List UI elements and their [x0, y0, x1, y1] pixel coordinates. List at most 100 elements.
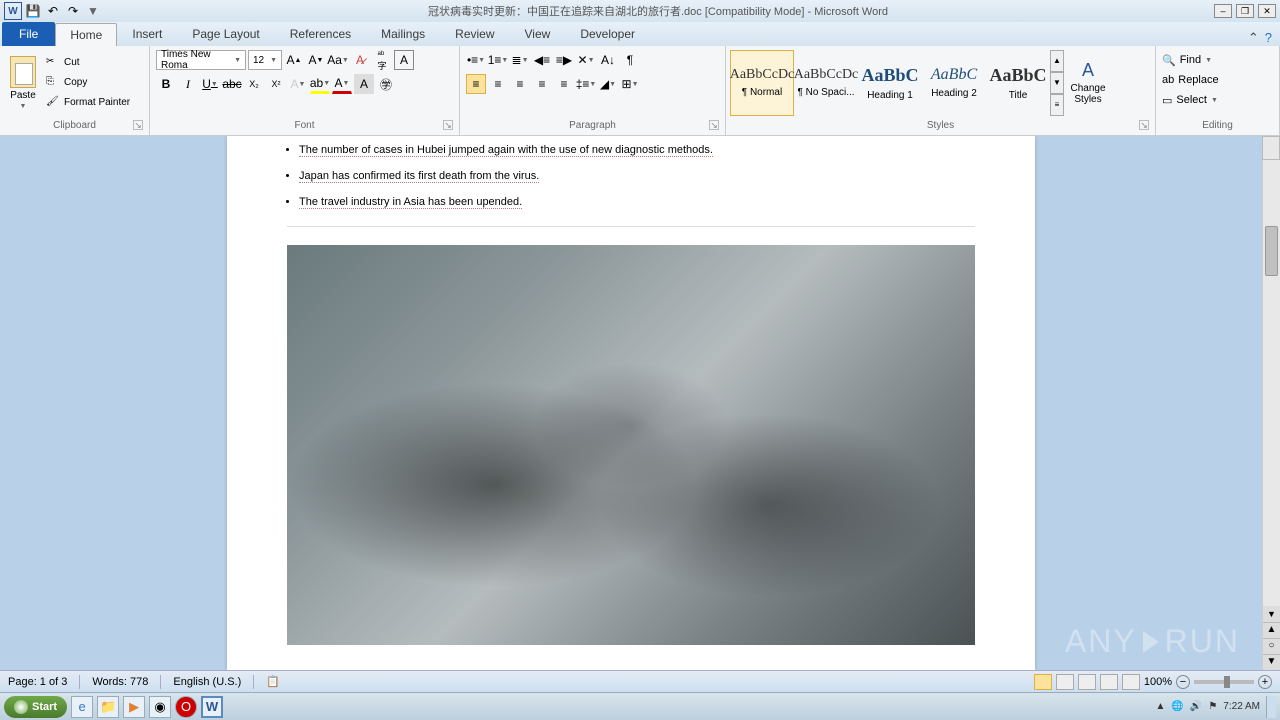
tab-home[interactable]: Home — [55, 23, 117, 46]
tab-insert[interactable]: Insert — [117, 22, 177, 46]
tray-network-icon[interactable]: 🌐 — [1171, 701, 1183, 712]
zoom-in-button[interactable]: + — [1258, 675, 1272, 689]
start-button[interactable]: Start — [4, 696, 67, 718]
styles-scroll[interactable]: ▲▼≡ — [1050, 50, 1064, 116]
list-item[interactable]: The number of cases in Hubei jumped agai… — [299, 144, 975, 156]
highlight-button[interactable]: ab▼ — [310, 74, 330, 94]
character-shading-button[interactable]: A — [354, 74, 374, 94]
tab-view[interactable]: View — [510, 22, 566, 46]
word-task-icon[interactable]: W — [201, 696, 223, 718]
decrease-indent-button[interactable]: ◀≡ — [532, 50, 552, 70]
select-button[interactable]: ▭Select ▼ — [1162, 90, 1218, 110]
font-color-button[interactable]: A▼ — [332, 74, 352, 94]
browse-object-icon[interactable]: ○ — [1263, 638, 1280, 654]
tab-mailings[interactable]: Mailings — [366, 22, 440, 46]
font-name-combo[interactable]: Times New Roma▼ — [156, 50, 246, 70]
minimize-ribbon-icon[interactable]: ⌃ — [1248, 30, 1259, 46]
enclose-characters-button[interactable]: ㊫ — [376, 74, 396, 94]
bold-button[interactable]: B — [156, 74, 176, 94]
zoom-slider[interactable] — [1194, 680, 1254, 684]
change-case-button[interactable]: Aa▼ — [328, 50, 348, 70]
show-desktop-button[interactable] — [1266, 696, 1276, 718]
format-painter-button[interactable]: 🖌Format Painter — [46, 94, 130, 112]
print-layout-view[interactable] — [1034, 674, 1052, 690]
character-border-button[interactable]: A — [394, 50, 414, 70]
tray-show-hidden-icon[interactable]: ▲ — [1156, 701, 1166, 712]
styles-dialog-launcher[interactable]: ↘ — [1139, 120, 1149, 130]
document-image[interactable] — [287, 245, 975, 645]
clipboard-dialog-launcher[interactable]: ↘ — [133, 120, 143, 130]
zoom-level[interactable]: 100% — [1144, 676, 1172, 688]
align-center-button[interactable]: ≡ — [488, 74, 508, 94]
replace-button[interactable]: abReplace — [1162, 70, 1219, 90]
page-status[interactable]: Page: 1 of 3 — [8, 676, 67, 688]
paragraph-dialog-launcher[interactable]: ↘ — [709, 120, 719, 130]
list-item[interactable]: The travel industry in Asia has been upe… — [299, 196, 975, 208]
tab-page-layout[interactable]: Page Layout — [177, 22, 274, 46]
chrome-icon[interactable]: ◉ — [149, 696, 171, 718]
numbering-button[interactable]: 1≡▼ — [488, 50, 508, 70]
align-left-button[interactable]: ≡ — [466, 74, 486, 94]
style-heading-2[interactable]: AaBbC Heading 2 — [922, 50, 986, 116]
change-styles-button[interactable]: A Change Styles — [1064, 60, 1112, 105]
align-right-button[interactable]: ≡ — [510, 74, 530, 94]
grow-font-button[interactable]: A▲ — [284, 50, 304, 70]
minimize-button[interactable]: – — [1214, 4, 1232, 18]
show-marks-button[interactable]: ¶ — [620, 50, 640, 70]
undo-icon[interactable]: ↶ — [44, 2, 62, 20]
tray-flag-icon[interactable]: ⚑ — [1208, 701, 1217, 712]
vertical-scrollbar[interactable]: ▲ ▼ ▲ ○ ▼ — [1262, 136, 1280, 670]
full-screen-view[interactable] — [1056, 674, 1074, 690]
bullets-button[interactable]: •≡▼ — [466, 50, 486, 70]
find-button[interactable]: 🔍Find ▼ — [1162, 50, 1212, 70]
outline-view[interactable] — [1100, 674, 1118, 690]
shrink-font-button[interactable]: A▼ — [306, 50, 326, 70]
justify-button[interactable]: ≡ — [532, 74, 552, 94]
copy-button[interactable]: ⎘Copy — [46, 74, 130, 92]
style-title[interactable]: AaBbC Title — [986, 50, 1050, 116]
redo-icon[interactable]: ↷ — [64, 2, 82, 20]
document-area[interactable]: The number of cases in Hubei jumped agai… — [0, 136, 1262, 670]
ruler-toggle[interactable] — [1262, 136, 1280, 160]
save-icon[interactable]: 💾 — [24, 2, 42, 20]
clear-formatting-button[interactable]: A̷ — [350, 50, 370, 70]
distributed-button[interactable]: ≡ — [554, 74, 574, 94]
increase-indent-button[interactable]: ≡▶ — [554, 50, 574, 70]
tray-volume-icon[interactable]: 🔊 — [1190, 701, 1202, 712]
help-icon[interactable]: ? — [1265, 30, 1272, 46]
text-effects-button[interactable]: A▼ — [288, 74, 308, 94]
language-status[interactable]: English (U.S.) — [173, 676, 241, 688]
shading-button[interactable]: ◢▼ — [598, 74, 618, 94]
word-count[interactable]: Words: 778 — [92, 676, 148, 688]
qat-dropdown-icon[interactable]: ▼ — [84, 2, 102, 20]
list-item[interactable]: Japan has confirmed its first death from… — [299, 170, 975, 182]
font-dialog-launcher[interactable]: ↘ — [443, 120, 453, 130]
draft-view[interactable] — [1122, 674, 1140, 690]
phonetic-guide-button[interactable]: ᵃᵇ字 — [372, 50, 392, 70]
tab-developer[interactable]: Developer — [565, 22, 650, 46]
explorer-icon[interactable]: 📁 — [97, 696, 119, 718]
close-button[interactable]: ✕ — [1258, 4, 1276, 18]
italic-button[interactable]: I — [178, 74, 198, 94]
cut-button[interactable]: ✂Cut — [46, 54, 130, 72]
prev-page-icon[interactable]: ▲ — [1263, 622, 1280, 638]
zoom-out-button[interactable]: − — [1176, 675, 1190, 689]
font-size-combo[interactable]: 12▼ — [248, 50, 282, 70]
tray-clock[interactable]: 7:22 AM — [1223, 701, 1260, 712]
style-heading-1[interactable]: AaBbC Heading 1 — [858, 50, 922, 116]
superscript-button[interactable]: X² — [266, 74, 286, 94]
media-player-icon[interactable]: ▶ — [123, 696, 145, 718]
style-no-spacing[interactable]: AaBbCcDc ¶ No Spaci... — [794, 50, 858, 116]
scroll-down-icon[interactable]: ▼ — [1263, 606, 1280, 622]
style-normal[interactable]: AaBbCcDc ¶ Normal — [730, 50, 794, 116]
track-changes-icon[interactable]: 📋 — [266, 675, 280, 688]
tab-file[interactable]: File — [2, 22, 55, 46]
multilevel-button[interactable]: ≣▼ — [510, 50, 530, 70]
strikethrough-button[interactable]: abc — [222, 74, 242, 94]
web-layout-view[interactable] — [1078, 674, 1096, 690]
underline-button[interactable]: U▼ — [200, 74, 220, 94]
tab-review[interactable]: Review — [440, 22, 509, 46]
sort-button[interactable]: A↓ — [598, 50, 618, 70]
next-page-icon[interactable]: ▼ — [1263, 654, 1280, 670]
asian-layout-button[interactable]: ✕▼ — [576, 50, 596, 70]
